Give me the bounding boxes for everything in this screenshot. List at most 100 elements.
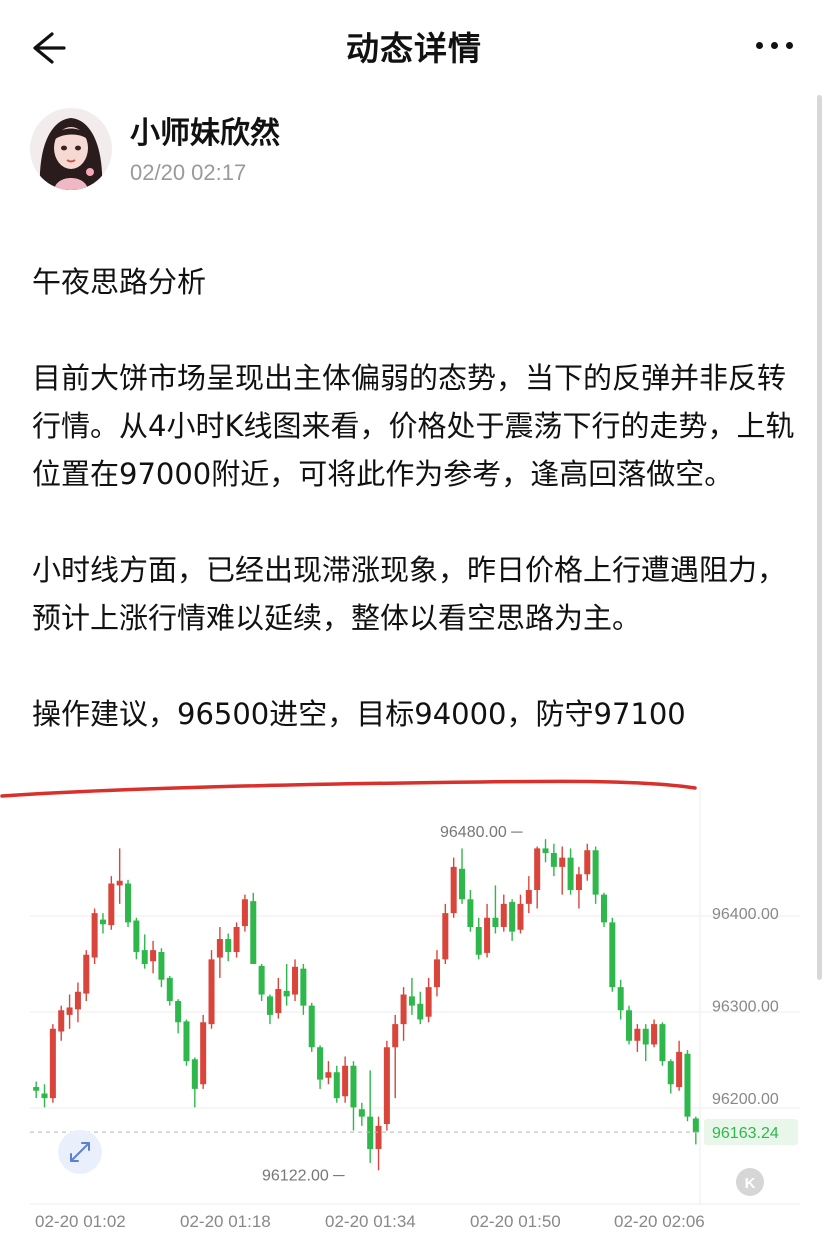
candle [233,922,240,958]
candle [492,885,499,934]
candle [342,1056,349,1103]
post-heading: 午夜思路分析 [32,265,207,299]
candle [684,1050,691,1122]
candle [534,846,541,909]
candle [66,994,73,1029]
y-axis-tick-label: 96300.00 [712,999,779,1016]
x-axis-tick-label: 02-20 02:06 [614,1212,705,1231]
candle [358,1102,365,1126]
candle [116,848,123,904]
candlestick-chart[interactable]: 96400.00 96300.00 96200.00 96163.24 96480.00… [0,786,828,1250]
candle [292,959,299,1001]
candle [484,903,491,958]
candle [433,950,440,997]
candle [392,1014,399,1099]
candle [525,876,532,914]
candle [33,1081,40,1099]
author-name[interactable]: 小师妹欣然 [130,108,280,152]
candle [350,1061,357,1131]
candle [559,846,566,895]
candle [651,1019,658,1048]
avatar[interactable] [30,108,112,190]
x-axis-tick-label: 02-20 01:02 [35,1212,126,1231]
candle [676,1040,683,1091]
candle [74,982,81,1023]
candle [667,1059,674,1094]
candle [91,908,98,964]
candle [626,1005,633,1045]
candle [509,899,516,941]
candle [442,903,449,964]
candle [191,1057,198,1108]
candle [250,892,257,964]
x-axis-tick-label: 02-20 01:50 [470,1212,561,1231]
candle [108,876,115,930]
more-dots-icon [756,42,763,49]
svg-text:K: K [745,1175,756,1192]
candle [592,846,599,904]
candle [383,1040,390,1131]
x-axis-tick-label: 02-20 01:18 [180,1212,271,1231]
y-axis-tick-label: 96400.00 [712,906,779,923]
candle [425,977,432,1023]
high-price-label: 96480.00 ─ [440,824,523,841]
more-options-button[interactable] [756,30,800,60]
candle [308,1002,315,1052]
candle [49,1024,56,1103]
candle [58,1005,65,1041]
candle [183,1019,190,1066]
candle [609,917,616,992]
candle [158,948,165,988]
chart-logo-badge: K [736,1168,764,1196]
current-price-label: 96163.24 [712,1125,779,1142]
candle [600,892,607,927]
candle [133,917,140,960]
candle [258,964,265,1001]
candle [41,1084,48,1108]
candle [550,843,557,877]
candle [325,1061,332,1085]
candle [575,866,582,909]
candle [216,927,223,978]
candle [317,1045,324,1089]
avatar-portrait-image [30,108,112,190]
candle [450,857,457,918]
candle [584,843,591,881]
candle [634,1024,641,1052]
candle [692,1116,699,1145]
page-title: 动态详情 [346,29,482,68]
x-axis-tick-label: 02-20 01:34 [325,1212,416,1231]
candle [417,991,424,1025]
candle [241,894,248,932]
candle [400,987,407,1041]
chart-expand-button[interactable] [58,1130,102,1174]
candle [200,1014,207,1089]
candle [175,999,182,1034]
candle [542,839,549,863]
post-timestamp: 02/20 02:17 [130,160,247,185]
candle [166,976,173,1006]
candle [300,964,307,1015]
candle [408,977,415,1015]
candle [517,894,524,934]
candle [83,950,90,1001]
candle [208,950,215,1029]
low-price-label: 96122.00 ─ [262,1167,345,1184]
candle [225,933,232,962]
candle [333,1065,340,1103]
candle [275,977,282,1019]
candle [367,1070,374,1163]
candle [467,890,474,932]
candle [642,1024,649,1062]
candle [617,979,624,1020]
candle [567,848,574,895]
post-paragraph: 目前大饼市场呈现出主体偏弱的态势，当下的反弹并非反转行情。从4小时K线图来看，价… [32,361,795,491]
candle [475,917,482,960]
candle [266,994,273,1025]
candle [459,848,466,904]
trade-suggestion: 操作建议，96500进空，目标94000，防守97100 [32,697,686,731]
candle [659,1022,666,1066]
candle [150,940,157,974]
candle [125,879,132,927]
post-body: 午夜思路分析 目前大饼市场呈现出主体偏弱的态势，当下的反弹并非反转行情。从4小时… [32,258,802,738]
